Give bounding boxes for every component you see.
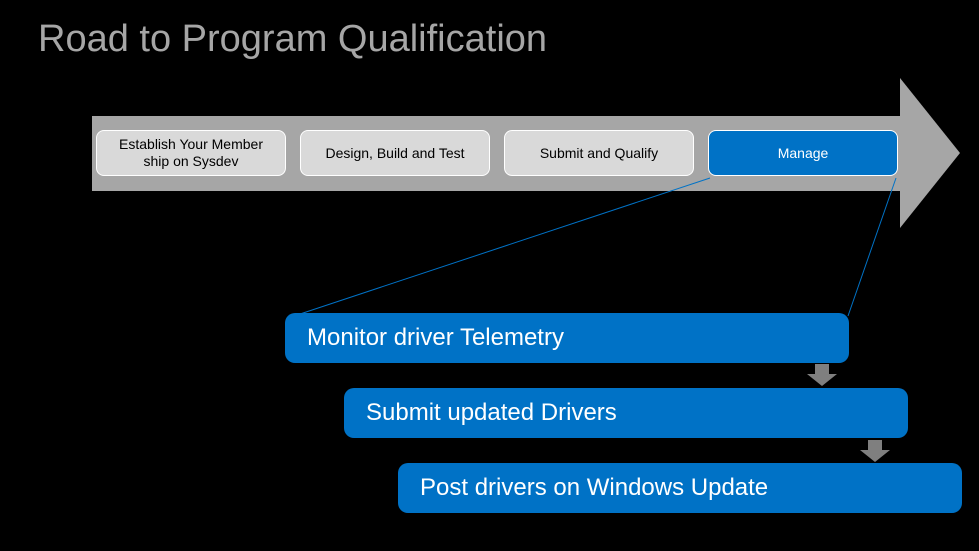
detail-label: Submit updated Drivers — [366, 399, 617, 427]
down-arrow-icon — [860, 440, 890, 462]
down-arrow-icon — [807, 364, 837, 386]
detail-monitor-telemetry: Monitor driver Telemetry — [285, 313, 849, 363]
process-arrow-head-icon — [900, 78, 960, 228]
stage-label: Submit and Qualify — [540, 145, 658, 162]
detail-label: Post drivers on Windows Update — [420, 474, 768, 502]
detail-submit-updated-drivers: Submit updated Drivers — [344, 388, 908, 438]
stage-design-build-test: Design, Build and Test — [300, 130, 490, 176]
stage-label: Design, Build and Test — [325, 145, 464, 162]
stage-manage: Manage — [708, 130, 898, 176]
detail-label: Monitor driver Telemetry — [307, 324, 564, 352]
stage-establish-membership: Establish Your Member ship on Sysdev — [96, 130, 286, 176]
page-title: Road to Program Qualification — [38, 18, 547, 61]
detail-post-windows-update: Post drivers on Windows Update — [398, 463, 962, 513]
stage-label: Establish Your Member ship on Sysdev — [105, 136, 277, 170]
stage-label: Manage — [778, 145, 829, 162]
stage-submit-qualify: Submit and Qualify — [504, 130, 694, 176]
